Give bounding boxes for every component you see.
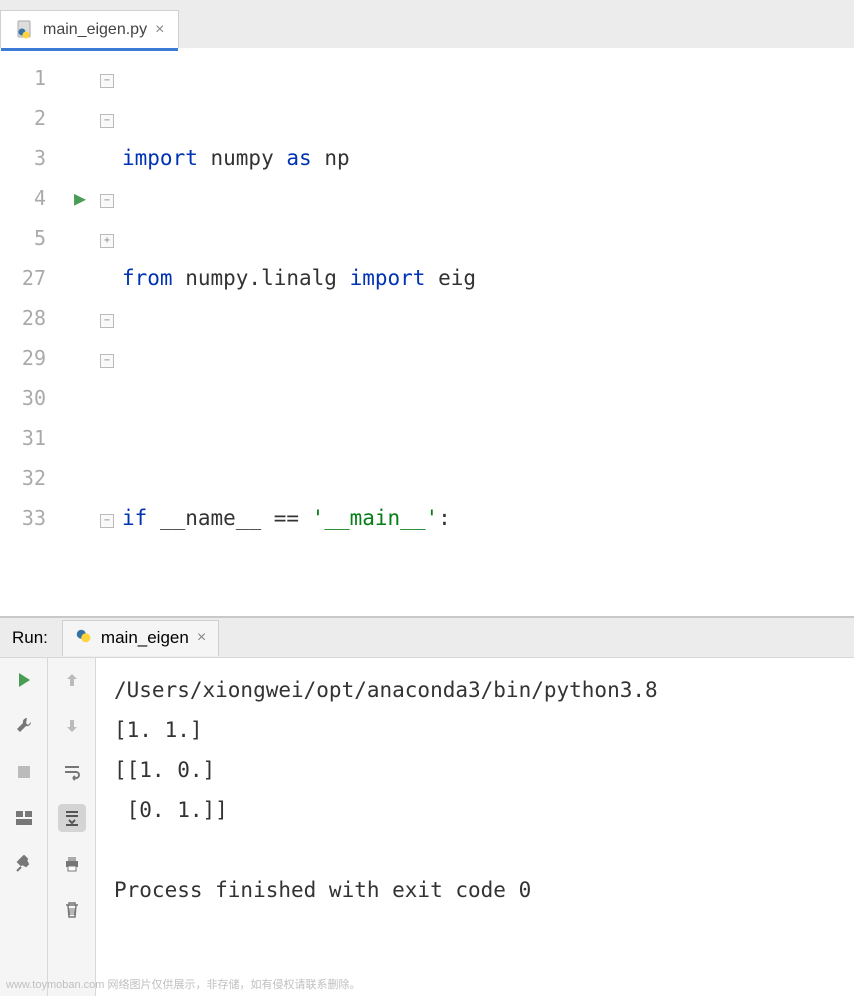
run-line-icon[interactable]: ▶ [60,178,100,218]
watermark-text: www.toymoban.com 网络图片仅供展示，非存储，如有侵权请联系删除。 [6,976,360,992]
run-gutter: ▶ [60,48,100,616]
fold-expand-icon[interactable]: + [100,234,114,248]
stop-icon[interactable] [10,758,38,786]
line-number-gutter: 1 2 3 4 5 27 28 29 30 31 32 33 [0,48,60,616]
run-toolbar-primary [0,658,48,996]
pin-icon[interactable] [10,850,38,878]
console-output[interactable]: /Users/xiongwei/opt/anaconda3/bin/python… [96,658,854,996]
print-icon[interactable] [58,850,86,878]
output-line: [[1. 0.] [114,758,215,782]
fold-marker-icon[interactable]: − [100,194,114,208]
wrench-icon[interactable] [10,712,38,740]
soft-wrap-icon[interactable] [58,758,86,786]
interpreter-path: /Users/xiongwei/opt/anaconda3/bin/python… [114,678,670,702]
code-text[interactable]: import numpy as np from numpy.linalg imp… [122,48,854,616]
fold-marker-icon[interactable]: − [100,74,114,88]
file-tab[interactable]: main_eigen.py × [0,10,179,48]
python-file-icon [15,20,35,40]
run-header: Run: main_eigen × [0,618,854,658]
run-body: /Users/xiongwei/opt/anaconda3/bin/python… [0,658,854,996]
fold-marker-icon[interactable]: − [100,514,114,528]
fold-marker-icon[interactable]: − [100,314,114,328]
close-icon[interactable]: × [197,629,206,647]
fold-marker-icon[interactable]: − [100,114,114,128]
run-toolbar-secondary [48,658,96,996]
play-icon[interactable] [10,666,38,694]
close-icon[interactable]: × [155,21,164,39]
code-editor[interactable]: 1 2 3 4 5 27 28 29 30 31 32 33 ▶ − − − +… [0,48,854,616]
fold-gutter: − − − + − − − [100,48,122,616]
trash-icon[interactable] [58,896,86,924]
scroll-to-end-icon[interactable] [58,804,86,832]
arrow-up-icon[interactable] [58,666,86,694]
arrow-down-icon[interactable] [58,712,86,740]
fold-marker-icon[interactable]: − [100,354,114,368]
run-tab-name: main_eigen [101,628,189,648]
editor-tab-bar: main_eigen.py × [0,0,854,48]
run-label: Run: [12,628,48,648]
exit-message: Process finished with exit code 0 [114,878,531,902]
python-file-icon [75,627,93,650]
run-panel: Run: main_eigen × [0,616,854,996]
output-line: [1. 1.] [114,718,203,742]
output-line: [0. 1.]] [114,798,228,822]
run-config-tab[interactable]: main_eigen × [62,620,219,656]
layout-icon[interactable] [10,804,38,832]
tab-filename: main_eigen.py [43,21,147,39]
